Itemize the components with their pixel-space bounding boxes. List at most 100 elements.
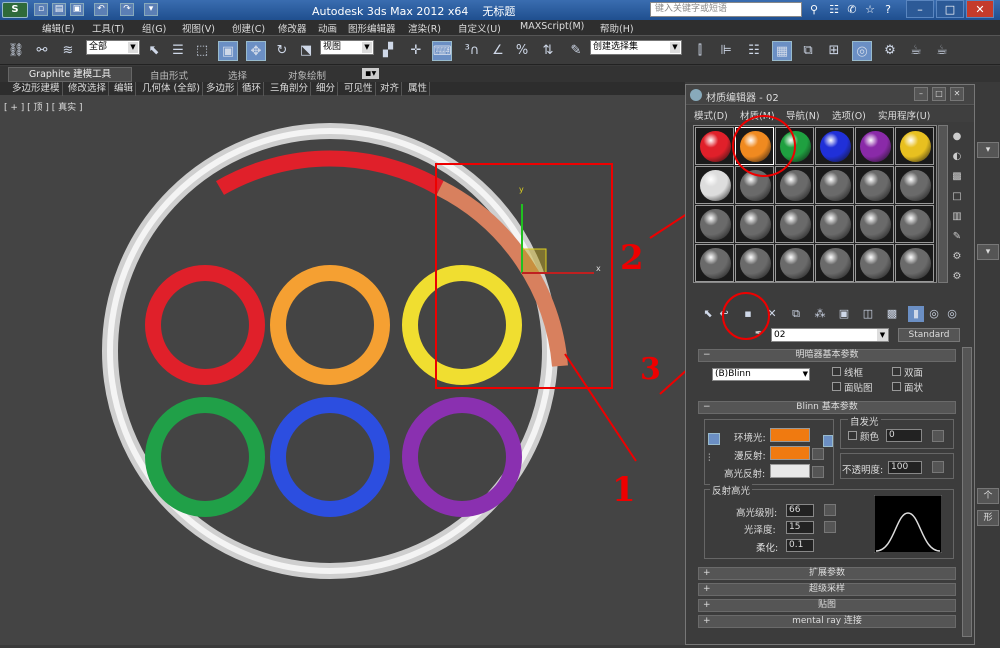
panel-loops[interactable]: 循环 — [240, 82, 265, 96]
material-name-input[interactable]: 02 ▼ — [771, 328, 889, 342]
get-material-icon[interactable]: ⬉ — [700, 306, 716, 322]
material-slot[interactable] — [855, 127, 894, 165]
rollout-mental-ray[interactable]: + mental ray 连接 — [698, 615, 956, 628]
material-slot[interactable] — [695, 205, 734, 243]
rollout-maps[interactable]: + 贴图 — [698, 599, 956, 612]
menu-maxscript[interactable]: MAXScript(M) — [520, 21, 584, 32]
selected-arc[interactable] — [216, 150, 444, 195]
select-and-scale-icon[interactable]: ⬔ — [296, 41, 316, 61]
sample-type-icon[interactable]: ● — [949, 129, 965, 145]
percent-snap-icon[interactable]: % — [512, 41, 532, 61]
command-panel-label-2[interactable]: 形 — [977, 510, 999, 526]
render-production-icon[interactable]: ☕ — [932, 41, 952, 61]
rollout-supersampling[interactable]: + 超级采样 — [698, 583, 956, 596]
torus-purple[interactable] — [402, 397, 522, 517]
panel-visibility[interactable]: 可见性 — [342, 82, 376, 96]
unlink-icon[interactable]: ⚯ — [32, 41, 52, 61]
wire-checkbox[interactable] — [832, 367, 841, 376]
material-slot[interactable] — [735, 244, 774, 282]
specular-level-map-button[interactable] — [824, 504, 836, 516]
show-map-icon[interactable]: ▩ — [884, 306, 900, 322]
material-slot[interactable] — [895, 244, 934, 282]
new-icon[interactable]: ▫ — [34, 3, 48, 16]
spinner-snap-icon[interactable]: ⇅ — [538, 41, 558, 61]
material-slot[interactable] — [895, 205, 934, 243]
material-slot[interactable] — [695, 244, 734, 282]
menu-customize[interactable]: 自定义(U) — [458, 21, 501, 35]
material-type-button[interactable]: Standard — [898, 328, 960, 342]
self-illum-spinner[interactable]: 0 — [886, 429, 922, 442]
menu-modifiers[interactable]: 修改器 — [278, 21, 307, 35]
opacity-map-button[interactable] — [932, 461, 944, 473]
make-unique-icon[interactable]: ⁂ — [812, 306, 828, 322]
material-editor-icon[interactable]: ◎ — [852, 41, 872, 61]
go-to-parent-icon[interactable]: ◎ — [926, 306, 942, 322]
torus-blue[interactable] — [270, 397, 390, 517]
material-slot[interactable] — [815, 127, 854, 165]
material-slot[interactable] — [695, 127, 734, 165]
ambient-color-swatch[interactable] — [770, 428, 810, 442]
render-setup-icon[interactable]: ⚙ — [880, 41, 900, 61]
curve-editor-icon[interactable]: ⧉ — [798, 41, 818, 61]
viewport-top[interactable]: y x — [0, 96, 746, 645]
material-slot[interactable] — [815, 166, 854, 204]
material-slot[interactable] — [855, 205, 894, 243]
move-gizmo-plane[interactable] — [521, 248, 547, 274]
rollout-extended[interactable]: + 扩展参数 — [698, 567, 956, 580]
select-and-rotate-icon[interactable]: ↻ — [272, 41, 292, 61]
material-slot[interactable] — [855, 244, 894, 282]
panel-subdivision[interactable]: 细分 — [314, 82, 339, 96]
panel-tris[interactable]: 三角剖分 — [268, 82, 312, 96]
material-slot[interactable] — [775, 205, 814, 243]
mirror-icon[interactable]: ⫿ — [690, 41, 710, 61]
favorites-icon[interactable]: ☆ — [862, 2, 878, 17]
panel-properties[interactable]: 属性 — [406, 82, 431, 96]
tab-graphite[interactable]: Graphite 建模工具 — [8, 67, 132, 82]
diffuse-map-button[interactable] — [812, 448, 824, 460]
angle-snap-icon[interactable]: ∠ — [488, 41, 508, 61]
torus-green[interactable] — [145, 397, 265, 517]
menu-edit[interactable]: 编辑(E) — [42, 21, 74, 35]
two-sided-checkbox[interactable] — [892, 367, 901, 376]
specular-level-spinner[interactable]: 66 — [786, 504, 814, 517]
lock-ambient-diffuse-icon[interactable] — [708, 433, 720, 445]
material-slot[interactable] — [775, 244, 814, 282]
subscription-icon[interactable]: ☷ — [826, 2, 842, 17]
opacity-spinner[interactable]: 100 — [888, 461, 922, 474]
tab-selection[interactable]: 选择 — [228, 68, 247, 82]
reference-coordinate-select[interactable]: 视图 ▼ — [320, 40, 374, 55]
mw-menu-options[interactable]: 选项(O) — [832, 108, 866, 122]
material-slot[interactable] — [855, 166, 894, 204]
select-by-material-icon[interactable]: ⚙ — [949, 269, 965, 285]
command-panel-button-1[interactable]: ▾ — [977, 142, 999, 158]
search-icon[interactable]: ⚲ — [806, 2, 822, 17]
viewport-label[interactable]: [ + ] [ 顶 ] [ 真实 ] — [4, 100, 83, 113]
material-id-icon[interactable]: ◫ — [860, 306, 876, 322]
select-and-manipulate-icon[interactable]: ✛ — [406, 41, 426, 61]
snaps-toggle-icon[interactable]: ³∩ — [462, 41, 482, 61]
selection-filter-select[interactable]: 全部 ▼ — [86, 40, 140, 55]
quick-access-dropdown-icon[interactable]: ▾ — [144, 3, 158, 16]
mw-minimize-button[interactable]: – — [914, 87, 928, 101]
torus-red[interactable] — [145, 265, 265, 385]
help-icon[interactable]: ? — [880, 2, 896, 17]
select-link-icon[interactable]: ⛓ — [6, 41, 26, 61]
material-slot[interactable] — [735, 205, 774, 243]
self-illum-color-checkbox[interactable] — [848, 431, 857, 440]
panel-polygon-modeling[interactable]: 多边形建模 — [10, 82, 63, 96]
mw-maximize-button[interactable]: □ — [932, 87, 946, 101]
video-color-check-icon[interactable]: ▥ — [949, 209, 965, 225]
bind-space-warp-icon[interactable]: ≋ — [58, 41, 78, 61]
menu-create[interactable]: 创建(C) — [232, 21, 265, 35]
named-selection-select[interactable]: 创建选择集 ▼ — [590, 40, 682, 55]
uv-tiling-icon[interactable]: □ — [949, 189, 965, 205]
specular-color-swatch[interactable] — [770, 464, 810, 478]
minimize-button[interactable]: – — [906, 0, 934, 18]
diffuse-color-swatch[interactable] — [770, 446, 810, 460]
search-input[interactable]: 键入关键字或短语 — [650, 2, 802, 17]
mw-menu-mode[interactable]: 模式(D) — [694, 108, 728, 122]
options-icon[interactable]: ⚙ — [949, 249, 965, 265]
make-preview-icon[interactable]: ✎ — [949, 229, 965, 245]
glossiness-map-button[interactable] — [824, 521, 836, 533]
panel-polygons[interactable]: 多边形 — [204, 82, 238, 96]
